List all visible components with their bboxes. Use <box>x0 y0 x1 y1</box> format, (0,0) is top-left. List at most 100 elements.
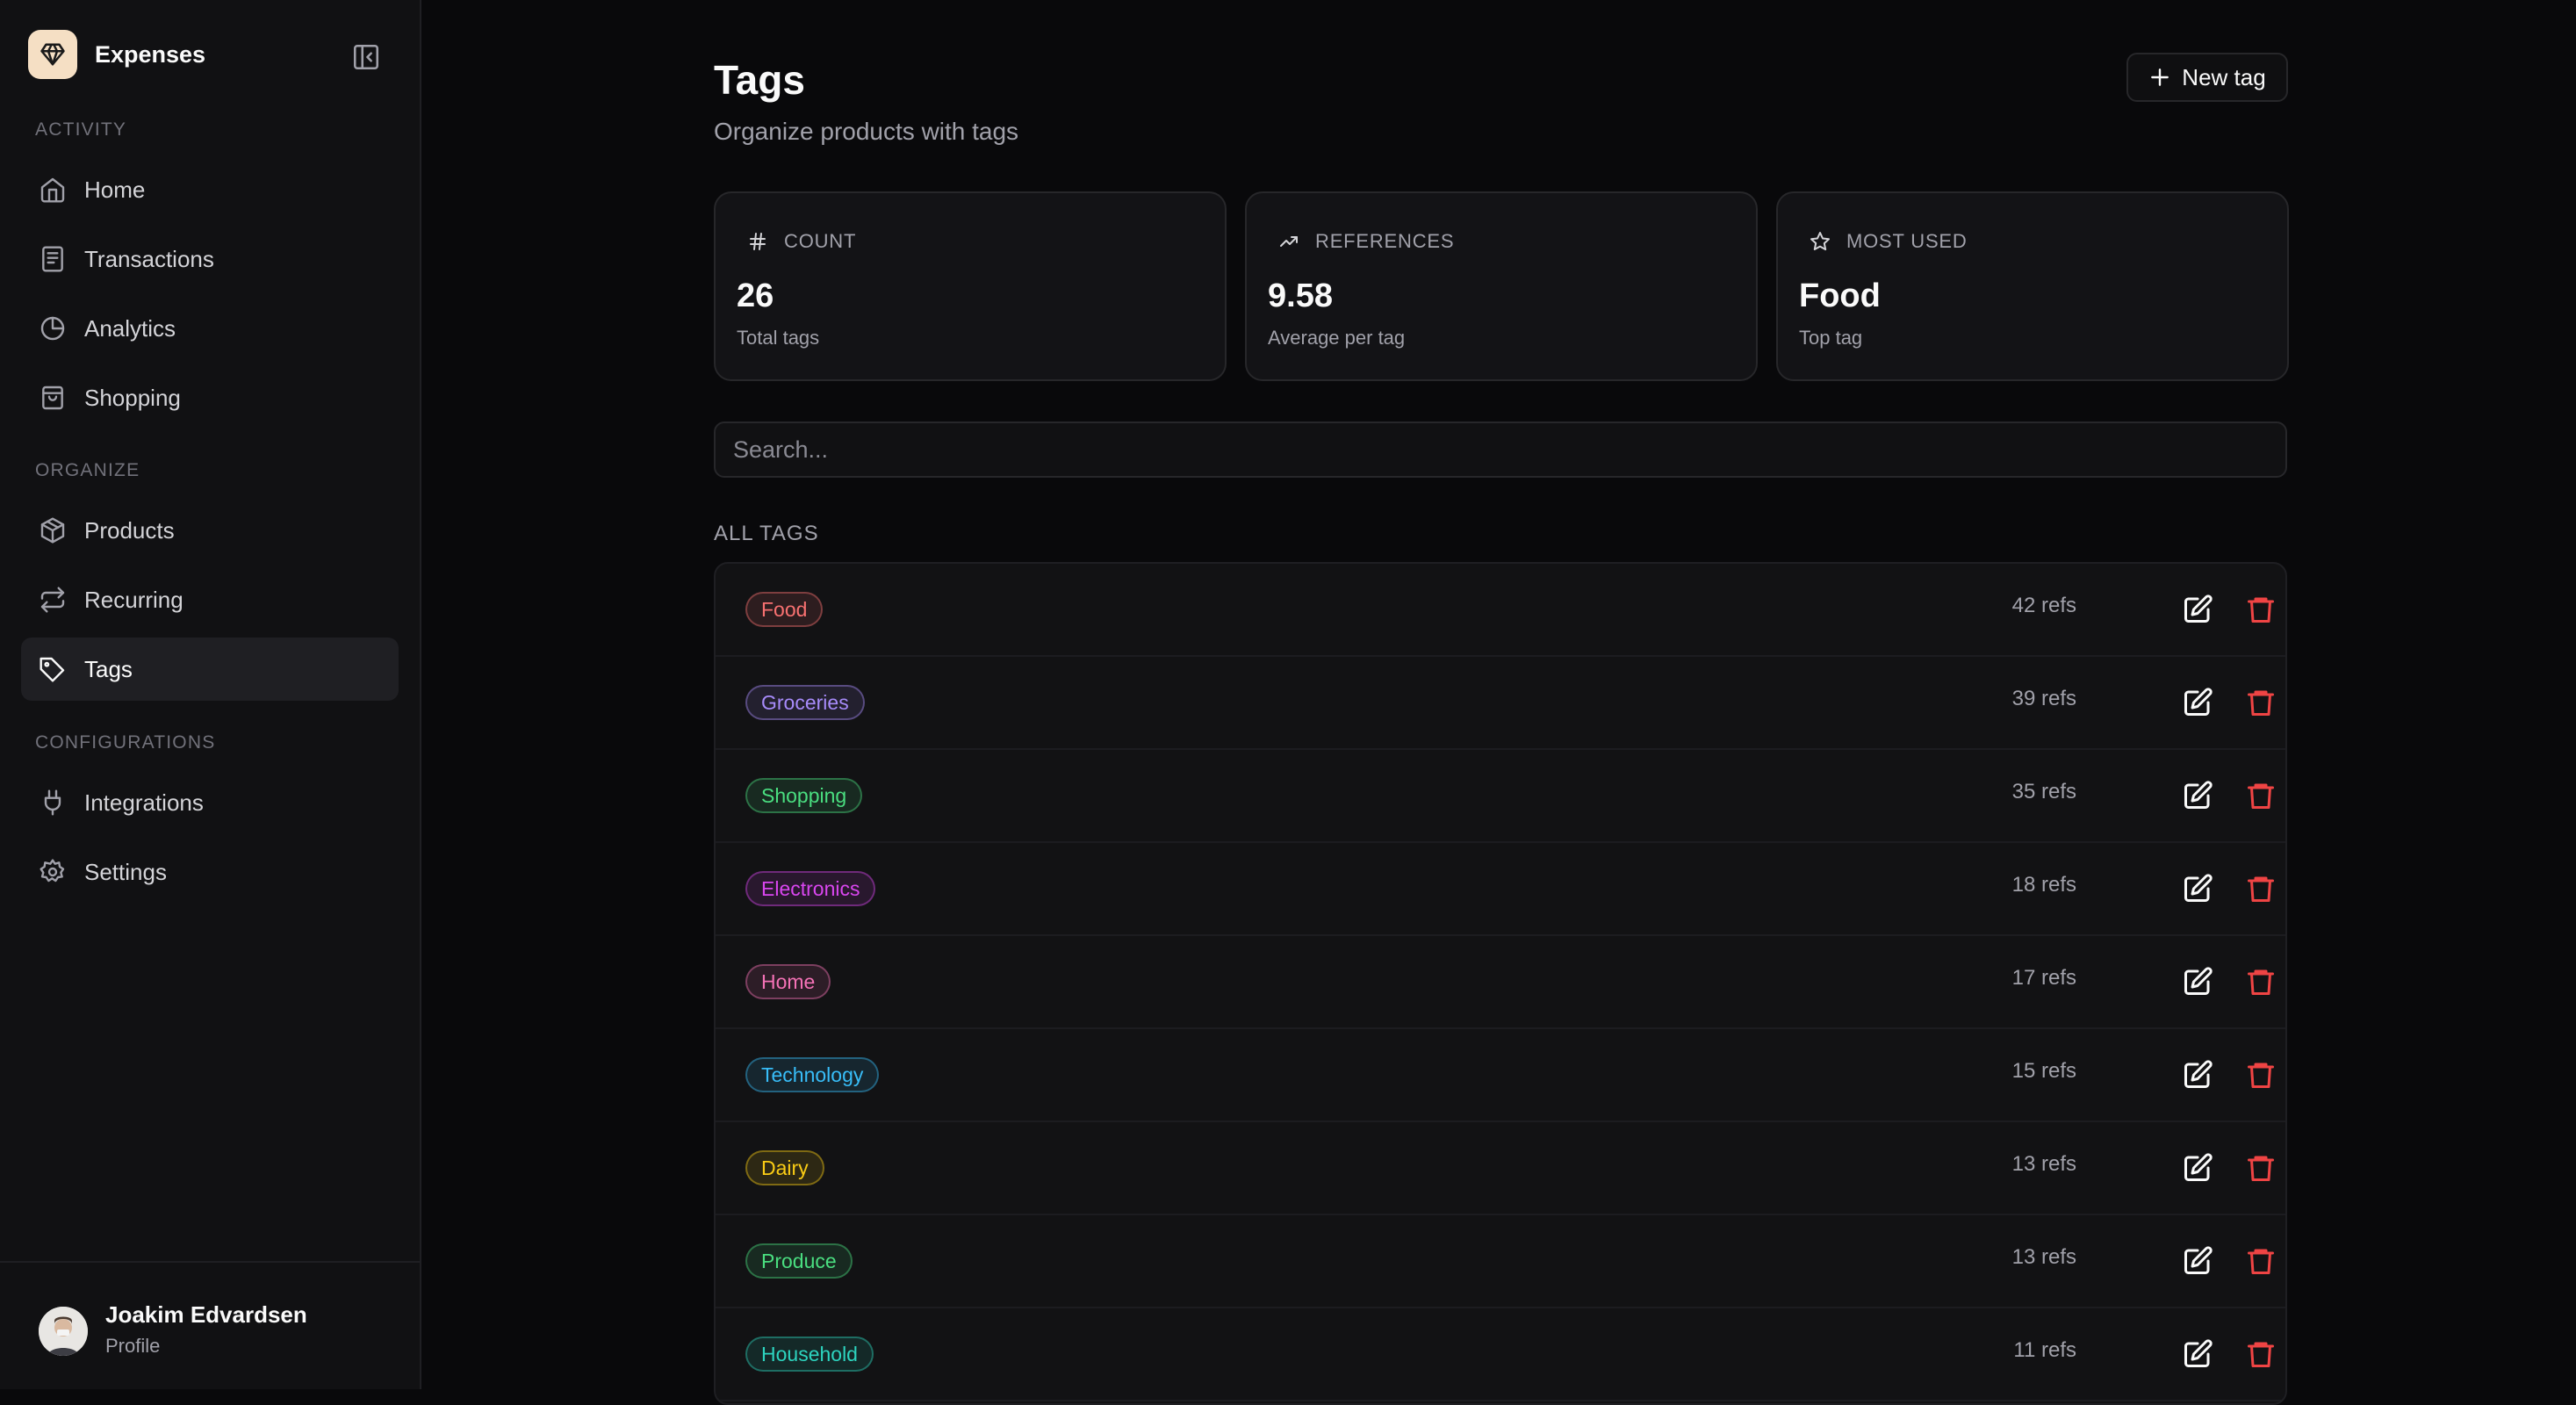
tag-row: Produce 13 refs <box>716 1215 2285 1308</box>
tag-row: Household 11 refs <box>716 1308 2285 1401</box>
sidebar-item-label: Shopping <box>84 384 181 411</box>
tag-chip[interactable]: Electronics <box>745 871 876 906</box>
stat-value: 26 <box>737 277 774 314</box>
collapse-sidebar-icon[interactable] <box>351 42 381 72</box>
sidebar-item-label: Integrations <box>84 789 204 816</box>
page-title: Tags <box>714 57 805 103</box>
section-activity: Activity <box>35 119 127 140</box>
stat-value: Food <box>1799 277 1881 314</box>
edit-icon[interactable] <box>2182 687 2213 718</box>
sidebar-item-label: Analytics <box>84 314 176 342</box>
package-icon <box>39 516 67 544</box>
profile-card[interactable]: Joakim Edvardsen Profile <box>0 1261 420 1389</box>
tag-chip[interactable]: Technology <box>745 1057 880 1092</box>
page-subtitle: Organize products with tags <box>714 118 1019 145</box>
tag-refs: 13 refs <box>2011 1245 2076 1269</box>
tag-chip[interactable]: Groceries <box>745 685 865 720</box>
sidebar-item-tags[interactable]: Tags <box>21 638 399 701</box>
trending-up-icon <box>1278 231 1299 252</box>
profile-name: Joakim Edvardsen <box>105 1301 307 1328</box>
tag-refs: 39 refs <box>2011 687 2076 710</box>
list-title: ALL TAGS <box>714 522 819 545</box>
search-input[interactable] <box>714 422 2287 478</box>
sidebar-item-label: Transactions <box>84 245 214 272</box>
shopping-bag-icon <box>39 384 67 412</box>
tag-row: Dairy 13 refs <box>716 1122 2285 1215</box>
edit-icon[interactable] <box>2182 594 2213 625</box>
star-icon <box>1810 231 1831 252</box>
stat-label: COUNT <box>784 230 857 252</box>
edit-icon[interactable] <box>2182 1059 2213 1091</box>
tag-row: Home 17 refs <box>716 936 2285 1029</box>
gear-icon <box>39 858 67 886</box>
trash-icon[interactable] <box>2245 780 2277 811</box>
tag-list: Food 42 refs Groceries 39 refs Shopping 35 re… <box>714 562 2287 1405</box>
new-tag-button[interactable]: New tag <box>2126 53 2288 102</box>
tag-row: Technology 15 refs <box>716 1029 2285 1122</box>
trash-icon[interactable] <box>2245 1338 2277 1370</box>
section-configurations: Configurations <box>35 732 216 753</box>
sidebar-item-shopping[interactable]: Shopping <box>21 366 399 429</box>
sidebar-item-transactions[interactable]: Transactions <box>21 227 399 291</box>
tag-chip[interactable]: Household <box>745 1337 874 1372</box>
app-name: Expenses <box>95 40 206 68</box>
stat-label: MOST USED <box>1846 230 1968 252</box>
sidebar-item-home[interactable]: Home <box>21 158 399 221</box>
tag-chip[interactable]: Dairy <box>745 1150 824 1185</box>
edit-icon[interactable] <box>2182 1338 2213 1370</box>
stat-caption: Total tags <box>737 327 820 349</box>
trash-icon[interactable] <box>2245 1245 2277 1277</box>
tag-chip[interactable]: Food <box>745 592 824 627</box>
stat-card-references: REFERENCES 9.58 Average per tag <box>1245 191 1758 381</box>
brand[interactable]: Expenses <box>28 30 205 79</box>
receipt-icon <box>39 245 67 273</box>
trash-icon[interactable] <box>2245 1152 2277 1184</box>
stat-value: 9.58 <box>1268 277 1333 314</box>
tag-refs: 11 refs <box>2013 1338 2076 1362</box>
sidebar: Expenses Activity Home Transactions Anal… <box>0 0 421 1389</box>
sidebar-item-settings[interactable]: Settings <box>21 840 399 904</box>
edit-icon[interactable] <box>2182 1245 2213 1277</box>
plug-icon <box>39 789 67 817</box>
avatar <box>39 1307 88 1356</box>
tag-chip[interactable]: Produce <box>745 1243 853 1279</box>
gem-logo-icon <box>28 30 77 79</box>
edit-icon[interactable] <box>2182 873 2213 904</box>
tag-refs: 18 refs <box>2011 873 2076 897</box>
stat-caption: Top tag <box>1799 327 1863 349</box>
trash-icon[interactable] <box>2245 873 2277 904</box>
sidebar-item-integrations[interactable]: Integrations <box>21 771 399 834</box>
tag-row: Shopping 35 refs <box>716 750 2285 843</box>
edit-icon[interactable] <box>2182 1152 2213 1184</box>
sidebar-item-recurring[interactable]: Recurring <box>21 568 399 631</box>
stat-card-count: COUNT 26 Total tags <box>714 191 1227 381</box>
plus-icon <box>2148 66 2171 89</box>
new-tag-label: New tag <box>2182 63 2266 90</box>
tag-icon <box>39 655 67 683</box>
sidebar-item-label: Tags <box>84 655 133 682</box>
tag-refs: 15 refs <box>2011 1059 2076 1083</box>
sidebar-item-label: Products <box>84 516 175 544</box>
tag-refs: 17 refs <box>2011 966 2076 990</box>
tag-row: Food 42 refs <box>716 564 2285 657</box>
sidebar-item-analytics[interactable]: Analytics <box>21 297 399 360</box>
trash-icon[interactable] <box>2245 966 2277 998</box>
stat-label: REFERENCES <box>1315 230 1455 252</box>
trash-icon[interactable] <box>2245 594 2277 625</box>
stat-card-most-used: MOST USED Food Top tag <box>1776 191 2289 381</box>
trash-icon[interactable] <box>2245 1059 2277 1091</box>
sidebar-item-products[interactable]: Products <box>21 499 399 562</box>
main-content: Tags Organize products with tags New tag… <box>421 0 2576 1405</box>
tag-refs: 13 refs <box>2011 1152 2076 1176</box>
tag-refs: 42 refs <box>2011 594 2076 617</box>
home-icon <box>39 176 67 204</box>
tag-row: Electronics 18 refs <box>716 843 2285 936</box>
edit-icon[interactable] <box>2182 966 2213 998</box>
edit-icon[interactable] <box>2182 780 2213 811</box>
sidebar-item-label: Settings <box>84 858 167 885</box>
tag-chip[interactable]: Home <box>745 964 831 999</box>
repeat-icon <box>39 586 67 614</box>
tag-row: Groceries 39 refs <box>716 657 2285 750</box>
tag-chip[interactable]: Shopping <box>745 778 863 813</box>
trash-icon[interactable] <box>2245 687 2277 718</box>
